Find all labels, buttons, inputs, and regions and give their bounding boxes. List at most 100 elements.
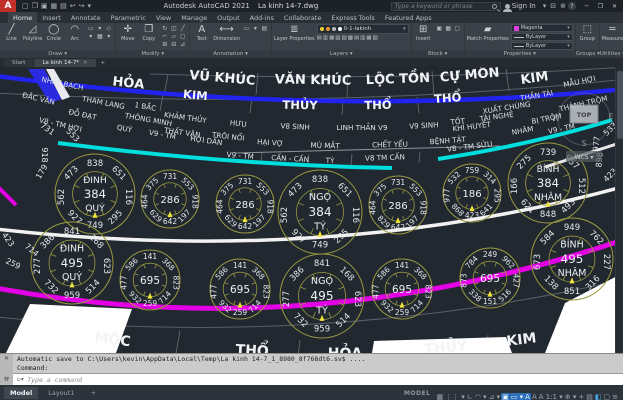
save-as-icon[interactable]: ▦ <box>51 2 58 10</box>
panel-label-block[interactable]: Block ▾ <box>412 50 464 58</box>
layer-tool-icon[interactable]: ▥ <box>323 35 328 41</box>
ribbon-button-measure[interactable]: ═Measure <box>602 24 623 42</box>
redo-icon[interactable]: ↪ <box>79 2 85 10</box>
panel-label-modify[interactable]: Modify ▾ <box>116 50 189 58</box>
ribbon-button-dimension[interactable]: ⟷Dimension <box>213 24 240 42</box>
help-search-box[interactable]: Type a keyword or phrase <box>391 2 501 11</box>
undo-icon[interactable]: ↩ <box>70 2 76 10</box>
minimize-button[interactable]: ─ <box>580 1 593 12</box>
file-tab-start[interactable]: Start <box>4 59 33 67</box>
annotation-scale-icon[interactable]: A 1:1 ▾ <box>538 393 564 400</box>
ribbon-tab-view[interactable]: View <box>151 12 176 23</box>
drawing-canvas[interactable]: 838651116295749927562473ĐINH384QUÝ731553… <box>0 67 623 353</box>
small-tool-icon[interactable]: ▦ <box>95 33 104 41</box>
command-window-grip[interactable]: ✕ ⚒ <box>0 354 13 385</box>
graphics-performance-icon[interactable]: ◧ <box>594 393 603 400</box>
ribbon-button-circle[interactable]: ◯Circle <box>44 24 63 42</box>
small-tool-icon[interactable]: ▣ <box>435 25 444 33</box>
ribbon-tab-add-ins[interactable]: Add-ins <box>245 12 279 23</box>
ribbon-button-layer-properties[interactable]: ≣Layer Properties <box>274 24 315 42</box>
panel-label-utilities[interactable]: Utilities ▾ <box>600 50 623 58</box>
clean-screen-icon[interactable]: ▢ <box>603 393 612 400</box>
ribbon-button-line[interactable]: ╱Line <box>2 24 21 42</box>
small-tool-icon[interactable]: ↻ <box>160 25 169 33</box>
small-tool-icon[interactable]: ▢ <box>453 25 462 33</box>
new-file-icon[interactable]: ▢ <box>22 2 29 10</box>
small-tool-icon[interactable]: ⊿ <box>178 41 187 49</box>
layer-tool-icon[interactable]: ▧ <box>373 35 378 41</box>
share-icon[interactable]: ⊕ <box>560 2 566 10</box>
small-tool-icon[interactable]: ⊟ <box>169 41 178 49</box>
small-tool-icon[interactable]: ⊞ <box>160 41 169 49</box>
ribbon-button-arc[interactable]: ◠Arc <box>65 24 84 42</box>
search-icon[interactable] <box>492 4 497 9</box>
small-tool-icon[interactable]: ▤ <box>260 25 269 33</box>
model-tab[interactable]: Model <box>4 387 38 399</box>
autoscale-icon[interactable]: A <box>531 393 538 400</box>
command-input-icon[interactable]: ▭▾ <box>17 376 24 383</box>
property-dropdown-magenta[interactable]: Magenta▾ <box>511 24 573 32</box>
object-snap-icon[interactable]: ▭ ▾ <box>510 393 524 400</box>
customization-icon[interactable]: ≡ <box>611 393 619 400</box>
layer-freeze-icon[interactable] <box>326 27 330 31</box>
ribbon-tab-output[interactable]: Output <box>212 12 245 23</box>
layer-on-icon[interactable] <box>320 27 324 31</box>
ribbon-button-insert[interactable]: ⊞Insert <box>414 24 433 42</box>
sign-in-button[interactable]: Sign In <box>505 2 536 10</box>
ribbon-tab-annotate[interactable]: Annotate <box>66 12 106 23</box>
object-snap-tracking-icon[interactable]: ▣ <box>501 393 510 400</box>
ribbon-button-group[interactable]: ⬚Group <box>578 24 597 42</box>
small-tool-icon[interactable]: ◇ <box>104 25 113 33</box>
ribbon-tab-featured-apps[interactable]: Featured Apps <box>380 12 437 23</box>
layer-tool-icon[interactable]: ▨ <box>341 35 346 41</box>
layer-dropdown[interactable]: 0-1-lakinh▾ <box>317 24 409 34</box>
ribbon-tab-parametric[interactable]: Parametric <box>106 12 151 23</box>
units-icon[interactable]: ▤ <box>585 393 594 400</box>
grid-icon[interactable]: ▦ <box>435 393 444 400</box>
small-tool-icon[interactable]: ▾ <box>104 33 113 41</box>
layer-tool-icon[interactable]: ▤ <box>317 35 322 41</box>
isometric-drafting-icon[interactable]: ⊿ ▾ <box>488 393 502 400</box>
workspace-icon[interactable]: ⊕ ▾ <box>564 393 578 400</box>
layer-lock-icon[interactable] <box>332 27 336 31</box>
app-store-cart-icon[interactable]: ⊟ <box>550 2 556 10</box>
keep-me-signed-caret-icon[interactable]: ▾ <box>543 2 547 10</box>
application-menu-button[interactable]: A <box>0 0 16 12</box>
layer-tool-icon[interactable]: ▧ <box>335 35 340 41</box>
panel-label-draw[interactable]: Draw ▾ <box>0 50 115 58</box>
small-tool-icon[interactable]: ▾ <box>86 33 95 41</box>
panel-label-annotation[interactable]: Annotation ▾ <box>190 50 271 58</box>
ribbon-button-match-properties[interactable]: ▰Match Properties <box>467 24 509 42</box>
plot-icon[interactable]: ▤ <box>60 2 67 10</box>
layer-tool-icon[interactable]: ▥ <box>360 35 365 41</box>
small-tool-icon[interactable]: ▾ <box>251 25 260 33</box>
panel-label-layers[interactable]: Layers ▾ <box>272 50 411 58</box>
ribbon-tab-manage[interactable]: Manage <box>176 12 212 23</box>
ribbon-button-polyline[interactable]: ◿Polyline <box>23 24 42 42</box>
vertical-scrollbar[interactable] <box>615 67 623 353</box>
small-tool-icon[interactable]: ▭ <box>86 25 95 33</box>
layer-tool-icon[interactable]: ▦ <box>366 35 371 41</box>
ribbon-tab-collaborate[interactable]: Collaborate <box>279 12 326 23</box>
annotation-visibility-icon[interactable]: A <box>524 393 531 400</box>
ribbon-button-copy[interactable]: ❐Copy <box>139 24 158 42</box>
layer-color-swatch[interactable] <box>338 27 342 31</box>
ribbon-button-text[interactable]: AText <box>192 24 211 42</box>
small-tool-icon[interactable]: ▾ <box>95 25 104 33</box>
file-tab-drawing[interactable]: La kinh 14-7* ✕ <box>34 59 95 67</box>
polar-tracking-icon[interactable]: ◠ ▾ <box>474 393 488 400</box>
layer-tool-icon[interactable]: ▩ <box>348 35 353 41</box>
property-dropdown-bylayer[interactable]: ByLayer▾ <box>511 33 573 41</box>
close-button[interactable]: ✕ <box>608 1 621 12</box>
close-command-icon[interactable]: ✕ <box>4 356 9 362</box>
open-file-icon[interactable]: ❒ <box>32 2 38 10</box>
restore-button[interactable]: ❐ <box>594 1 607 12</box>
small-tool-icon[interactable]: ▱ <box>169 33 178 41</box>
help-icon[interactable]: ? <box>568 2 576 10</box>
snap-mode-icon[interactable]: ⋮⋮ ▾ <box>444 393 466 400</box>
scrollbar-thumb[interactable] <box>617 71 623 139</box>
customize-command-icon[interactable]: ⚒ <box>4 377 9 383</box>
close-tab-icon[interactable]: ✕ <box>83 60 87 66</box>
new-drawing-tab-button[interactable]: + <box>97 59 110 67</box>
ribbon-tab-insert[interactable]: Insert <box>37 12 66 23</box>
